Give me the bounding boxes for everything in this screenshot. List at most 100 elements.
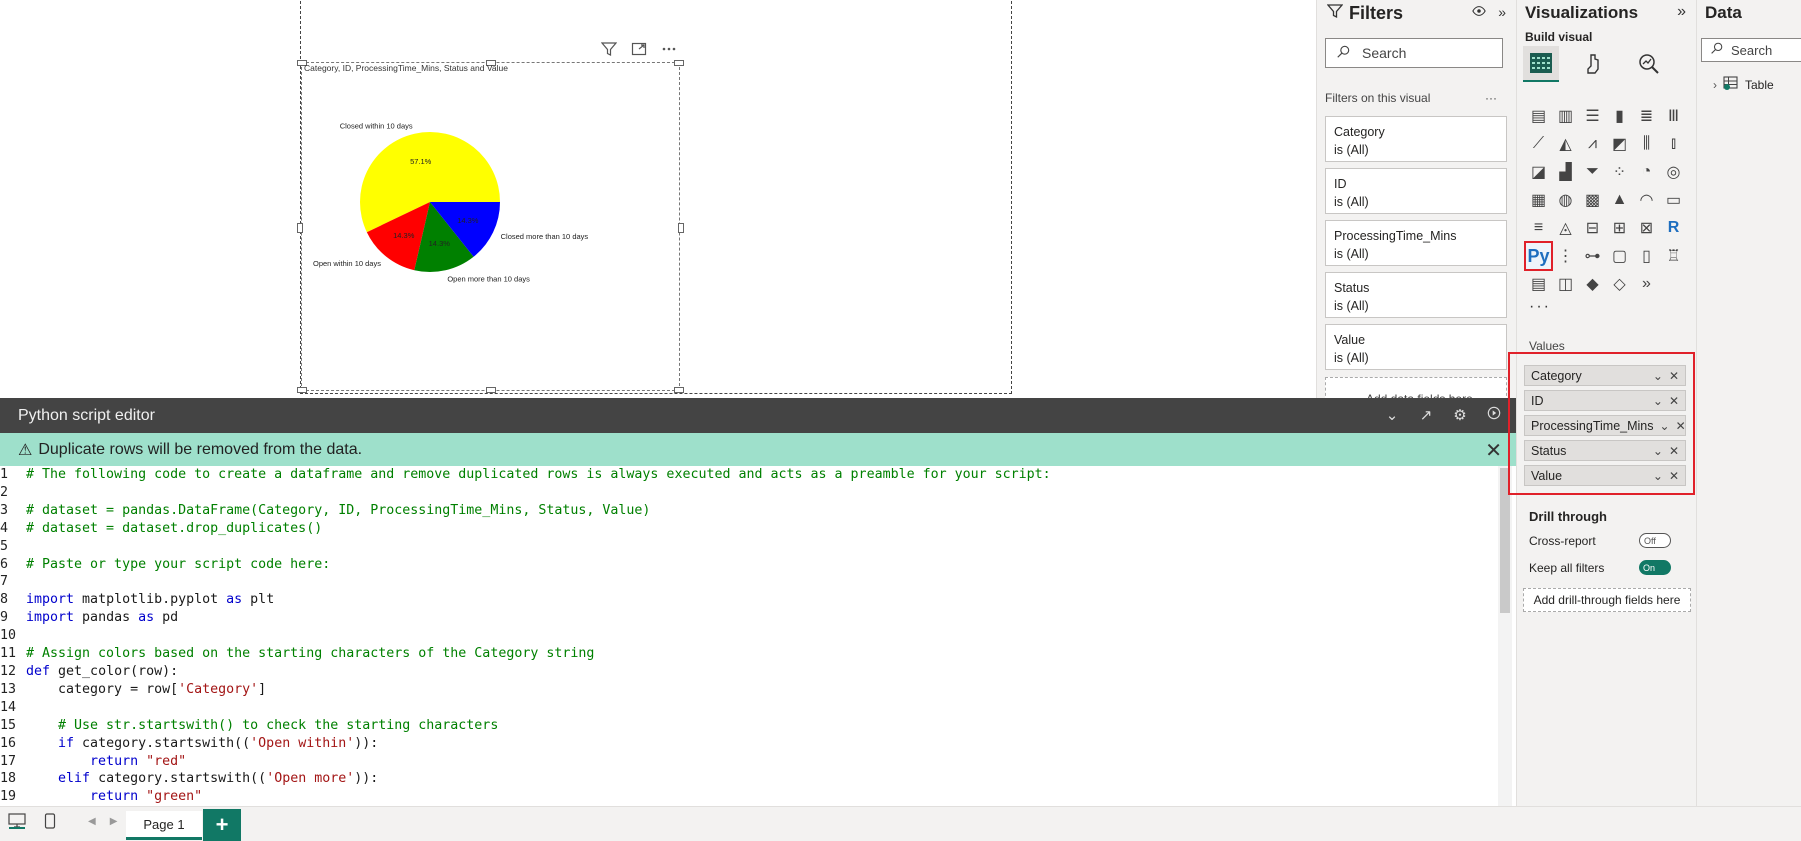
values-field-id[interactable]: ID ⌄ ✕ [1524, 390, 1686, 411]
values-field-processingtime_mins[interactable]: ProcessingTime_Mins ⌄ ✕ [1524, 415, 1686, 436]
add-drill-through-dropzone[interactable]: Add drill-through fields here [1523, 588, 1691, 612]
chevron-down-icon[interactable]: ⌄ [1660, 419, 1670, 433]
collapse-icon[interactable]: » [1498, 4, 1506, 21]
treemap-icon[interactable]: ▦ [1525, 186, 1552, 214]
slicer-icon[interactable]: ⊟ [1579, 214, 1606, 242]
close-icon[interactable]: ✕ [1485, 438, 1502, 463]
expand-icon[interactable]: ↗ [1416, 406, 1436, 424]
filter-card-category[interactable]: Category is (All) [1325, 116, 1507, 162]
waterfall-chart-icon[interactable]: ▟ [1552, 158, 1579, 186]
donut-icon[interactable]: ◎ [1660, 158, 1687, 186]
python-visual-icon[interactable]: Py [1524, 241, 1553, 271]
paginated-report-icon[interactable]: ▤ [1525, 270, 1552, 298]
filled-map-icon[interactable]: ▩ [1579, 186, 1606, 214]
values-field-status[interactable]: Status ⌄ ✕ [1524, 440, 1686, 461]
stacked-area-icon[interactable]: ⩘ [1579, 130, 1606, 158]
line-chart-icon[interactable]: ⟋ [1525, 130, 1552, 158]
chevron-down-icon[interactable]: ⌄ [1653, 469, 1663, 483]
diamond-icon[interactable]: ◇ [1606, 270, 1633, 298]
chevron-down-icon[interactable]: ⌄ [1382, 406, 1402, 424]
filters-title: Filters [1349, 3, 1404, 23]
report-canvas[interactable]: Category, ID, ProcessingTime_Mins, Statu… [0, 0, 1316, 398]
filter-card-processingtime_mins[interactable]: ProcessingTime_Mins is (All) [1325, 220, 1507, 266]
azure-map-icon[interactable]: ▲ [1606, 186, 1633, 214]
editor-scrollbar[interactable] [1498, 466, 1512, 806]
chevron-down-icon[interactable]: ⌄ [1653, 394, 1663, 408]
100-bar-icon[interactable]: ≣ [1633, 102, 1660, 130]
power-apps-icon[interactable]: ◫ [1552, 270, 1579, 298]
mobile-view-icon[interactable] [44, 813, 56, 833]
remove-field-icon[interactable]: ✕ [1669, 469, 1679, 483]
values-field-value[interactable]: Value ⌄ ✕ [1524, 465, 1686, 486]
collapse-icon[interactable]: » [1677, 3, 1686, 21]
line-stacked-icon[interactable]: ◪ [1525, 158, 1552, 186]
clustered-column-icon[interactable]: ▮ [1606, 102, 1633, 130]
more-options-icon[interactable]: ··· [1485, 91, 1497, 105]
add-data-fields-dropzone[interactable]: Add data fields here [1325, 377, 1507, 398]
stacked-column-icon[interactable]: ▥ [1552, 102, 1579, 130]
map-icon[interactable]: ◍ [1552, 186, 1579, 214]
key-influencers-icon[interactable]: ⋮ [1552, 242, 1579, 270]
r-visual-icon[interactable]: R [1660, 214, 1687, 242]
clustered-bar-icon[interactable]: ☰ [1579, 102, 1606, 130]
build-visual-tab[interactable] [1523, 46, 1559, 82]
remove-field-icon[interactable]: ✕ [1669, 394, 1679, 408]
cross-report-toggle[interactable]: Off [1639, 533, 1671, 548]
chevron-right-icon[interactable]: › [1713, 78, 1717, 92]
page-tab-1[interactable]: Page 1 [126, 811, 202, 840]
desktop-view-icon[interactable] [8, 813, 26, 833]
waterfall-icon[interactable]: ⫼ [1633, 130, 1660, 158]
metrics-icon[interactable]: ♖ [1660, 242, 1687, 270]
previous-page-icon[interactable]: ◀ [88, 816, 96, 827]
keep-all-filters-toggle[interactable]: On [1639, 560, 1671, 575]
gear-icon[interactable]: ⚙ [1450, 406, 1470, 424]
add-page-button[interactable]: + [203, 809, 241, 841]
more-visuals-icon[interactable]: ··· [1529, 298, 1551, 316]
values-field-category[interactable]: Category ⌄ ✕ [1524, 365, 1686, 386]
matrix-icon[interactable]: ⊠ [1633, 214, 1660, 242]
narrative-icon[interactable]: ▯ [1633, 242, 1660, 270]
filters-search-input[interactable]: Search [1325, 38, 1503, 68]
powerbi-app: Category, ID, ProcessingTime_Mins, Statu… [0, 0, 1801, 841]
filter-card-status[interactable]: Status is (All) [1325, 272, 1507, 318]
data-table-item[interactable]: › Table [1713, 76, 1774, 93]
power-automate-icon[interactable]: ◆ [1579, 270, 1606, 298]
multirow-card-icon[interactable]: ≡ [1525, 214, 1552, 242]
100-column-icon[interactable]: Ⅲ [1660, 102, 1687, 130]
scatter-icon[interactable]: ⁘ [1606, 158, 1633, 186]
ribbon-chart-icon[interactable]: ◩ [1606, 130, 1633, 158]
funnel-icon[interactable]: ⏷ [1579, 158, 1606, 186]
decomposition-tree-icon[interactable]: ⊶ [1579, 242, 1606, 270]
code-line: 18 elif category.startswith(('Open more'… [0, 770, 1498, 788]
chevron-down-icon[interactable]: ⌄ [1653, 444, 1663, 458]
run-script-icon[interactable] [1484, 406, 1504, 424]
remove-field-icon[interactable]: ✕ [1669, 369, 1679, 383]
cross-report-label: Cross-report [1529, 534, 1596, 548]
table-icon[interactable]: ⊞ [1606, 214, 1633, 242]
pie-icon[interactable]: ◔ [1633, 158, 1660, 186]
remove-field-icon[interactable]: ✕ [1669, 444, 1679, 458]
filter-icon[interactable] [600, 40, 618, 58]
kpi-icon[interactable]: ◬ [1552, 214, 1579, 242]
qa-icon[interactable]: ▢ [1606, 242, 1633, 270]
next-page-icon[interactable]: ▶ [110, 816, 118, 827]
analytics-tab[interactable] [1631, 46, 1667, 82]
remove-field-icon[interactable]: ✕ [1676, 419, 1686, 433]
line-number: 8 [0, 592, 9, 608]
stacked-bar-icon[interactable]: ▤ [1525, 102, 1552, 130]
area-chart-icon[interactable]: ◭ [1552, 130, 1579, 158]
filter-card-id[interactable]: ID is (All) [1325, 168, 1507, 214]
data-search-input[interactable]: Search [1701, 38, 1801, 62]
filter-card-value[interactable]: Value is (All) [1325, 324, 1507, 370]
focus-mode-icon[interactable] [630, 40, 648, 58]
code-text: # dataset = dataset.drop_duplicates() [26, 520, 323, 536]
eye-icon[interactable] [1472, 4, 1486, 21]
gauge-icon[interactable]: ◠ [1633, 186, 1660, 214]
chevron-down-icon[interactable]: ⌄ [1653, 369, 1663, 383]
arrow-icon[interactable]: » [1633, 270, 1660, 298]
code-area[interactable]: 1 # The following code to create a datafr… [0, 466, 1498, 806]
card-icon[interactable]: ▭ [1660, 186, 1687, 214]
format-visual-tab[interactable] [1577, 46, 1613, 82]
more-options-icon[interactable] [660, 40, 678, 58]
line-column-icon[interactable]: ⫾ [1660, 130, 1687, 158]
